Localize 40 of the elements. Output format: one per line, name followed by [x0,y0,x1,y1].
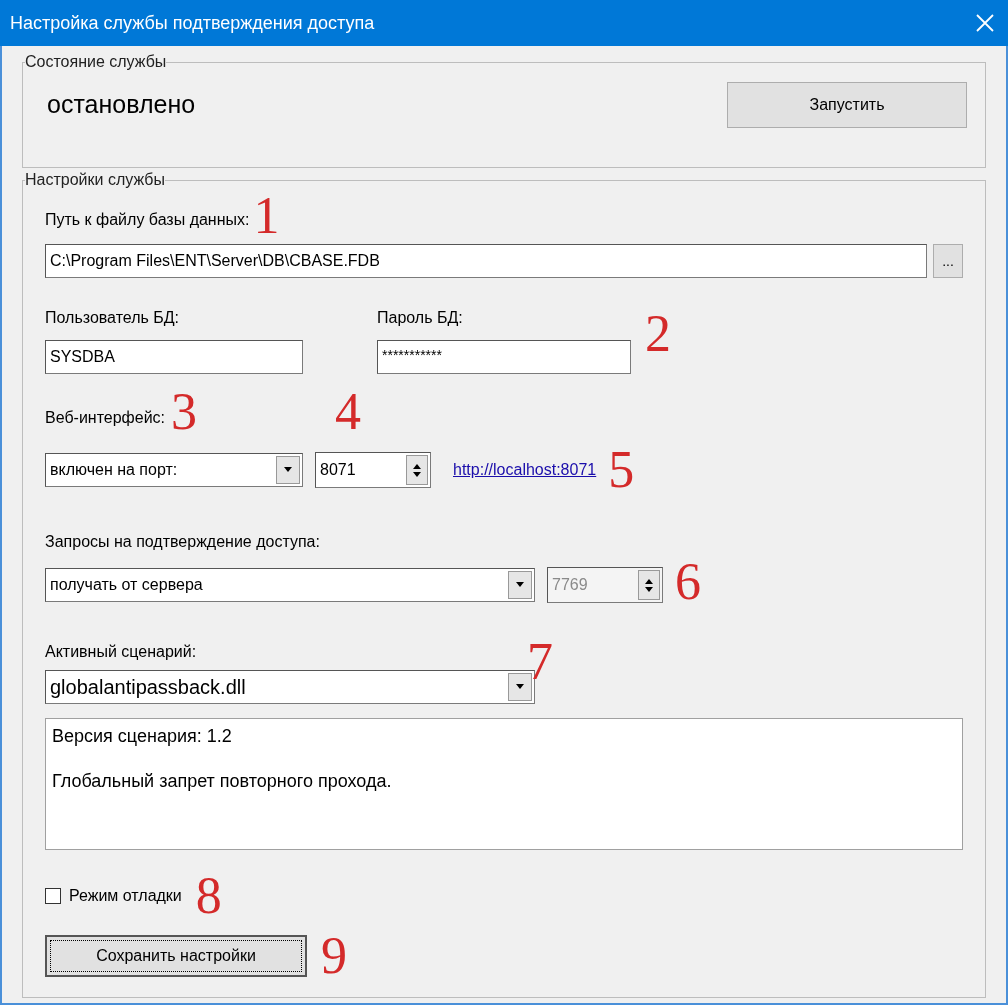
callout-number: 8 [195,870,222,922]
dropdown[interactable]: включен на порт: [45,453,303,487]
field-label: Запросы на подтверждение доступа: [45,532,321,552]
browse-button[interactable]: ... [933,244,963,278]
dropdown[interactable]: получать от сервера [45,568,535,602]
callout-number: 2 [645,308,671,360]
field-label: Пользователь БД: [45,308,181,328]
field-label: Веб-интерфейс: [45,408,166,428]
group-title: Настройки службы [25,170,165,190]
spin-buttons-icon[interactable] [406,455,428,485]
callout-number: 6 [675,556,701,608]
callout-number: 1 [253,190,280,242]
caret-icon [515,582,525,588]
dropdown-button[interactable] [508,673,532,701]
callout-number: 9 [321,930,347,982]
field-label: Активный сценарий: [45,642,198,662]
password-field[interactable]: *********** [377,340,631,374]
path-field[interactable]: C:\Program Files\ENT\Server\DB\CBASE.FDB [45,244,927,278]
callout-number: 3 [171,386,198,438]
user-field[interactable]: SYSDBA [45,340,303,374]
description-text: Версия сценария: 1.2 [52,725,233,748]
callout-number: 4 [335,386,361,438]
dropdown-button[interactable] [508,571,532,599]
field-label: Пароль БД: [377,308,464,328]
save-button[interactable]: Сохранить настройки [45,935,307,977]
window-title: Настройка службы подтверждения доступа [10,11,375,35]
callout-number: 5 [608,444,635,496]
group-title: Состояние службы [25,52,167,72]
description-text: Глобальный запрет повторного прохода. [52,770,393,793]
caret-icon [283,467,293,473]
service-status: остановлено [47,89,196,121]
caret-icon [515,684,525,690]
field-label: Путь к файлу базы данных: [45,210,250,230]
web-link[interactable]: http://localhost:8071 [453,458,597,482]
dropdown-button[interactable] [276,456,300,484]
checkbox-label: Режим отладки [69,886,182,906]
close-icon[interactable] [976,14,994,32]
start-button[interactable]: Запустить [727,82,967,128]
checkbox[interactable] [45,888,61,904]
spin-field[interactable]: 8071 [315,452,431,488]
